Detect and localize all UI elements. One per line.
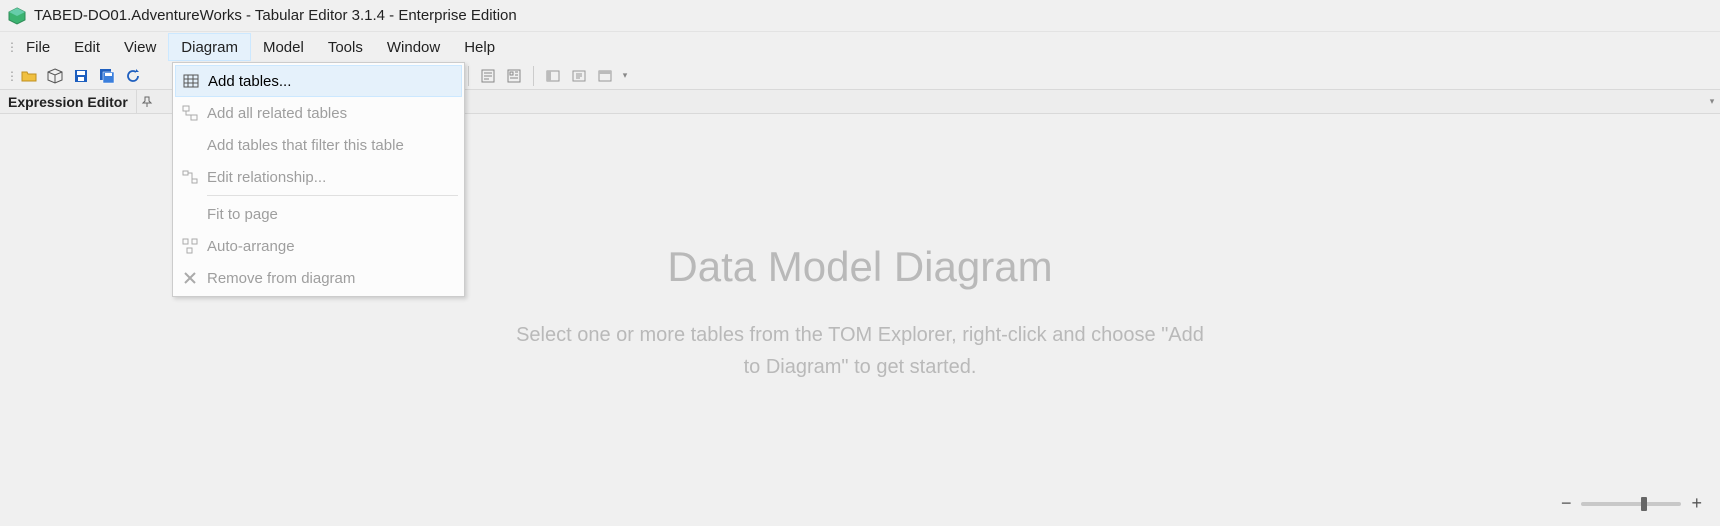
menu-window[interactable]: Window [375,32,452,62]
menu-grip-icon: ⋮ [6,32,14,62]
menu-auto-arrange-label: Auto-arrange [207,238,295,255]
menu-edit[interactable]: Edit [62,32,112,62]
refresh-button[interactable] [122,65,144,87]
remove-icon [179,270,201,286]
menu-tools[interactable]: Tools [316,32,375,62]
menu-remove-from-diagram[interactable]: Remove from diagram [175,262,462,294]
panel-button-2[interactable] [568,65,590,87]
save-all-button[interactable] [96,65,118,87]
zoom-slider-thumb[interactable] [1641,497,1647,511]
menu-view-label: View [124,39,156,56]
menu-edit-relationship-label: Edit relationship... [207,169,326,186]
empty-state: Data Model Diagram Select one or more ta… [510,243,1210,383]
related-tables-icon [179,105,201,121]
menu-add-all-related-tables-label: Add all related tables [207,105,347,122]
menu-add-filter-tables[interactable]: Add tables that filter this table [175,129,462,161]
menu-file[interactable]: File [14,32,62,62]
save-button[interactable] [70,65,92,87]
auto-arrange-icon [179,238,201,254]
menu-bar: ⋮ File Edit View Diagram Model Tools Win… [0,32,1720,62]
expression-editor-dropdown[interactable]: ▾ [1704,90,1720,113]
menu-edit-label: Edit [74,39,100,56]
menu-model-label: Model [263,39,304,56]
menu-help[interactable]: Help [452,32,507,62]
menu-fit-to-page[interactable]: Fit to page [175,198,462,230]
empty-state-title: Data Model Diagram [510,243,1210,291]
expression-editor-label: Expression Editor [0,90,137,113]
menu-auto-arrange[interactable]: Auto-arrange [175,230,462,262]
table-icon [180,73,202,89]
menu-help-label: Help [464,39,495,56]
panel-button-3[interactable] [594,65,616,87]
pin-button[interactable] [137,90,157,113]
menu-model[interactable]: Model [251,32,316,62]
menu-separator [207,195,458,196]
script-button[interactable] [477,65,499,87]
cube-button[interactable] [44,65,66,87]
toolbar-dropdown-2[interactable]: ▾ [620,70,630,81]
toolbar-separator-2 [533,66,534,86]
menu-edit-relationship[interactable]: Edit relationship... [175,161,462,193]
menu-add-tables[interactable]: Add tables... [175,65,462,97]
toolbar-grip-icon: ⋮ [6,69,14,83]
empty-state-subtitle: Select one or more tables from the TOM E… [510,319,1210,383]
menu-file-label: File [26,39,50,56]
menu-add-filter-tables-label: Add tables that filter this table [207,137,404,154]
zoom-in-button[interactable]: + [1691,493,1702,514]
menu-fit-to-page-label: Fit to page [207,206,278,223]
window-title: TABED-DO01.AdventureWorks - Tabular Edit… [34,7,517,24]
menu-tools-label: Tools [328,39,363,56]
toolbar-separator [468,66,469,86]
diagram-menu-dropdown: Add tables... Add all related tables Add… [172,62,465,297]
panel-button-1[interactable] [542,65,564,87]
menu-diagram-label: Diagram [181,39,238,56]
edit-relationship-icon [179,169,201,185]
title-bar: TABED-DO01.AdventureWorks - Tabular Edit… [0,0,1720,32]
menu-add-all-related-tables[interactable]: Add all related tables [175,97,462,129]
properties-button[interactable] [503,65,525,87]
app-icon [8,7,26,25]
zoom-slider[interactable] [1581,502,1681,506]
menu-view[interactable]: View [112,32,168,62]
open-folder-button[interactable] [18,65,40,87]
menu-add-tables-label: Add tables... [208,73,291,90]
menu-window-label: Window [387,39,440,56]
zoom-control: − + [1561,493,1702,514]
menu-remove-from-diagram-label: Remove from diagram [207,270,355,287]
menu-diagram[interactable]: Diagram [168,33,251,61]
zoom-out-button[interactable]: − [1561,493,1572,514]
